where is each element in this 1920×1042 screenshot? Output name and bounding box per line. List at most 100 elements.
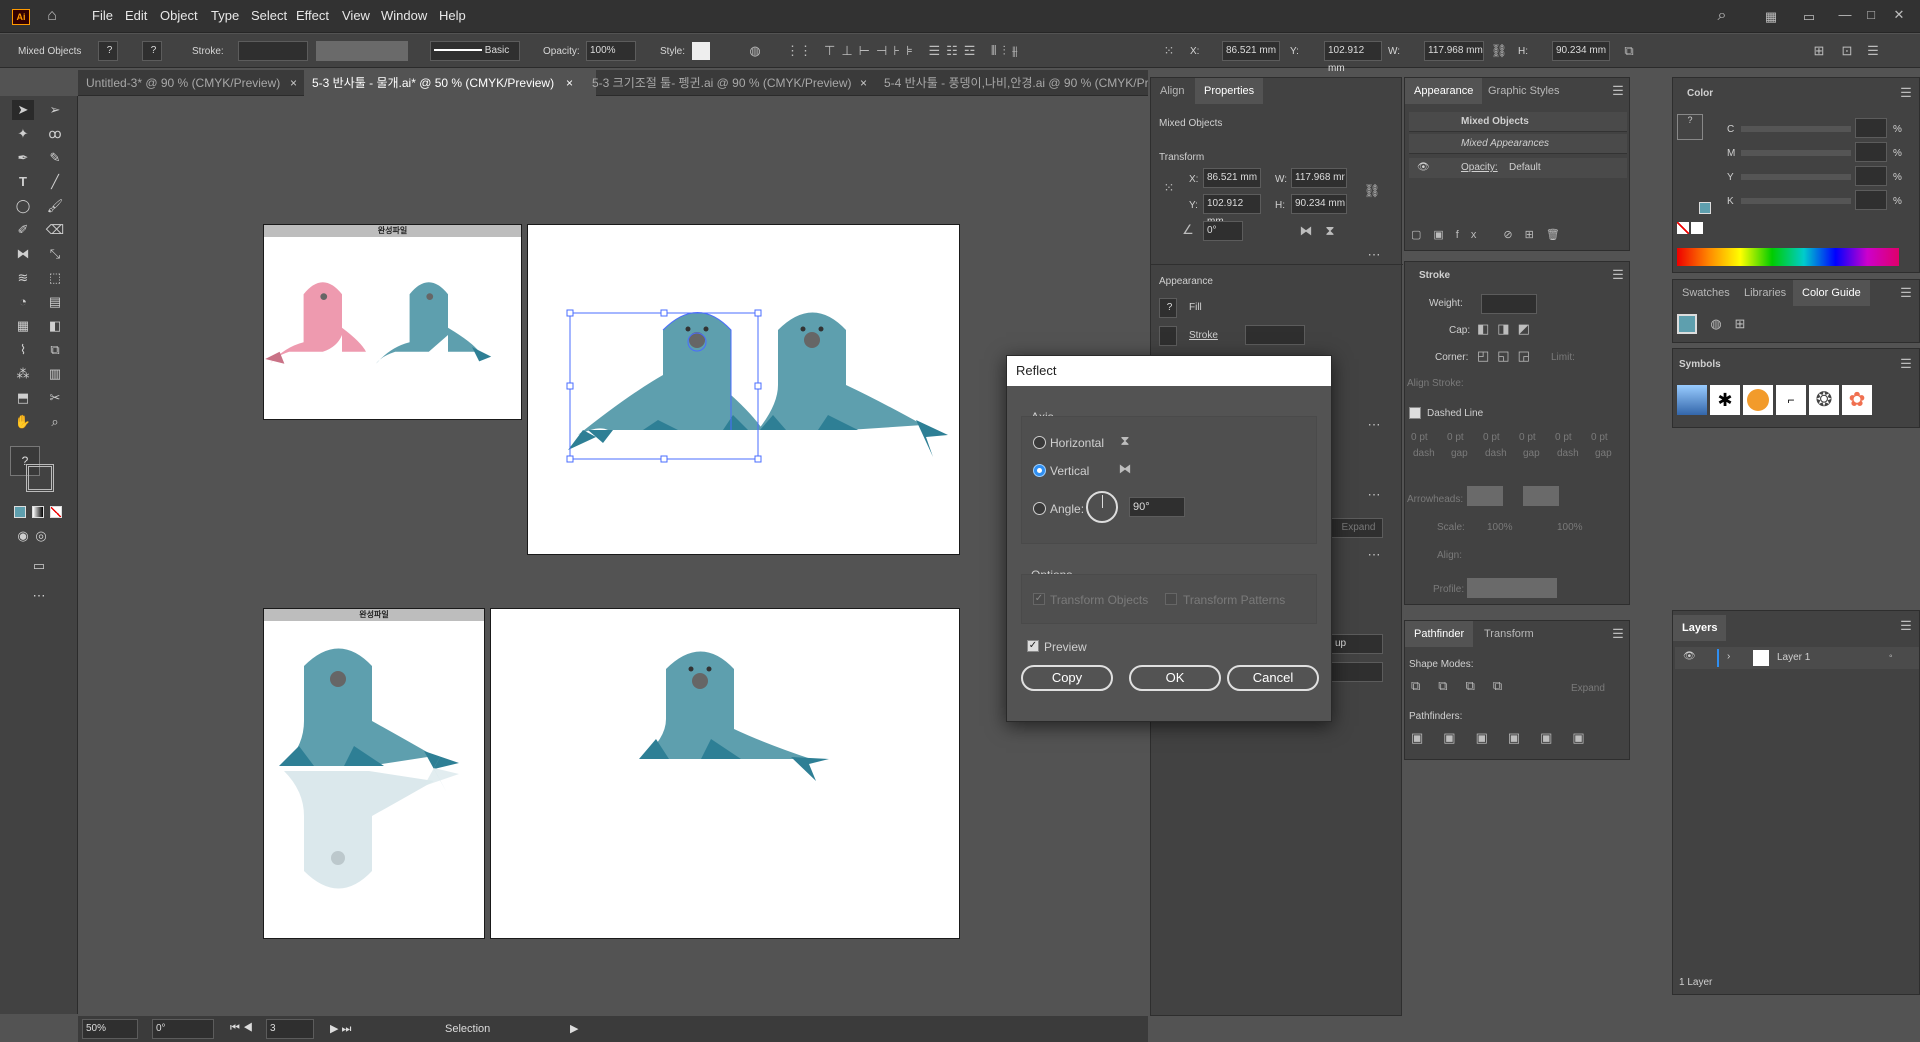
symbol-sprayer-tool-icon[interactable]: ⁂ xyxy=(12,364,34,384)
transform-objects-checkbox[interactable]: ✓ xyxy=(1033,593,1045,605)
isolate-icon[interactable]: ⊡ xyxy=(1838,42,1856,60)
w-field[interactable]: 117.968 mm xyxy=(1424,41,1484,61)
dash-value[interactable]: 0 pt xyxy=(1555,432,1572,443)
none-mode-icon[interactable] xyxy=(50,506,62,518)
width-tool-icon[interactable]: ≋ xyxy=(12,268,34,288)
tab-transform[interactable]: Transform xyxy=(1475,621,1543,647)
layer-name[interactable]: Layer 1 xyxy=(1777,652,1810,663)
y-field[interactable]: 102.912 mm xyxy=(1203,194,1261,227)
selection-tool-icon[interactable]: ➤ xyxy=(12,100,34,120)
tab-swatches[interactable]: Swatches xyxy=(1673,280,1739,306)
stroke-color-icon[interactable] xyxy=(26,464,54,492)
brush-dropdown[interactable]: Basic xyxy=(430,41,520,61)
vertical-radio[interactable] xyxy=(1033,464,1046,477)
menu-view[interactable]: View xyxy=(342,8,370,23)
recolor-icon[interactable]: ◍ xyxy=(746,42,764,60)
lasso-tool-icon[interactable]: ꝏ xyxy=(44,124,66,144)
tab-graphic-styles[interactable]: Graphic Styles xyxy=(1479,78,1569,104)
panel-menu-icon[interactable]: ☰ xyxy=(1897,617,1915,635)
gradient-mode-icon[interactable] xyxy=(32,506,44,518)
ellipse-tool-icon[interactable]: ◯ xyxy=(12,196,34,216)
stroke-swatch[interactable]: ? xyxy=(142,41,162,61)
scale-end-value[interactable]: 100% xyxy=(1557,522,1583,533)
cancel-button[interactable]: Cancel xyxy=(1227,665,1319,691)
reference-point-icon[interactable]: ⁙ xyxy=(1160,42,1178,60)
gap-value[interactable]: 0 pt xyxy=(1591,432,1608,443)
screen-mode-icon[interactable]: ▭ xyxy=(28,556,50,576)
scale-tool-icon[interactable]: ⤡ xyxy=(44,244,66,264)
vertical-label[interactable]: Vertical xyxy=(1050,464,1089,478)
symbol-swatch[interactable]: ✱ xyxy=(1710,385,1740,415)
ungroup-button[interactable]: up xyxy=(1331,634,1383,654)
angle-label[interactable]: Angle: xyxy=(1050,502,1084,516)
tab-properties[interactable]: Properties xyxy=(1195,78,1264,104)
gap-value[interactable]: 0 pt xyxy=(1447,432,1464,443)
fill-stroke-indicator[interactable]: ? xyxy=(1677,114,1703,140)
zoom-field[interactable]: 50% xyxy=(82,1019,138,1039)
constrain-link-icon[interactable]: ⛓ xyxy=(1490,42,1508,60)
panel-menu-icon[interactable]: ☰ xyxy=(1609,266,1627,284)
tab-color-guide[interactable]: Color Guide xyxy=(1793,280,1870,306)
target-icon[interactable]: ◦ xyxy=(1889,651,1893,662)
color-wheel-icon[interactable]: ◍ xyxy=(1707,315,1725,333)
menu-edit[interactable]: Edit xyxy=(125,8,147,23)
stroke-label[interactable]: Stroke xyxy=(1189,330,1218,341)
x-field[interactable]: 86.521 mm xyxy=(1203,168,1261,188)
tab-penguin[interactable]: 5-3 크기조절 툴- 펭귄.ai @ 90 % (CMYK/Preview) xyxy=(584,70,876,96)
symbol-swatch[interactable]: ⌐ xyxy=(1776,385,1806,415)
more-options-icon[interactable]: ⋯ xyxy=(1365,416,1383,434)
last-color-swatch[interactable] xyxy=(1699,202,1711,214)
menu-type[interactable]: Type xyxy=(211,8,239,23)
expand-layer-icon[interactable]: › xyxy=(1727,651,1730,662)
menu-help[interactable]: Help xyxy=(439,8,466,23)
column-graph-tool-icon[interactable]: ▥ xyxy=(44,364,66,384)
arrange-documents-icon[interactable]: ▦ xyxy=(1762,8,1780,26)
scale-start-value[interactable]: 100% xyxy=(1487,522,1513,533)
status-menu-icon[interactable]: ▶ xyxy=(570,1022,578,1035)
more-options-icon[interactable]: ⋯ xyxy=(1365,246,1383,264)
visibility-eye-icon[interactable]: 👁 xyxy=(1417,162,1430,173)
y-field[interactable]: 102.912 mm xyxy=(1324,41,1382,74)
isolate-group-button[interactable] xyxy=(1331,662,1383,682)
tab-libraries[interactable]: Libraries xyxy=(1735,280,1795,306)
tab-align[interactable]: Align xyxy=(1151,78,1193,104)
panel-menu-icon[interactable]: ☰ xyxy=(1897,284,1915,302)
free-transform-tool-icon[interactable]: ⬚ xyxy=(44,268,66,288)
menu-window[interactable]: Window xyxy=(381,8,427,23)
visibility-eye-icon[interactable]: 👁 xyxy=(1683,651,1696,662)
opacity-label[interactable]: Opacity: xyxy=(1461,162,1498,173)
variable-width-dropdown[interactable] xyxy=(316,41,408,61)
opacity-field[interactable]: 100% xyxy=(586,41,636,61)
close-tab-icon[interactable]: × xyxy=(566,76,573,90)
artboard-3[interactable]: 완성파일 xyxy=(263,608,485,939)
type-tool-icon[interactable]: T xyxy=(12,172,34,192)
eraser-tool-icon[interactable]: ⌫ xyxy=(44,220,66,240)
control-menu-icon[interactable]: ☰ xyxy=(1864,42,1882,60)
paintbrush-tool-icon[interactable]: 🖌 xyxy=(44,196,66,216)
channel-m-slider[interactable] xyxy=(1741,150,1851,156)
mesh-tool-icon[interactable]: ▦ xyxy=(12,316,34,336)
close-tab-icon[interactable]: × xyxy=(290,76,297,90)
reference-point-icon[interactable]: ⁙ xyxy=(1159,179,1179,197)
fill-swatch[interactable]: ? xyxy=(98,41,118,61)
channel-y-field[interactable] xyxy=(1855,166,1887,186)
symbol-swatch[interactable]: ✿ xyxy=(1842,385,1872,415)
search-icon[interactable]: ⌕ xyxy=(1712,7,1732,25)
pathfinder-buttons[interactable]: ▣▣▣▣▣▣ xyxy=(1411,729,1621,747)
tab-beetle[interactable]: 5-4 반사툴 - 풍뎅이,나비,안경.ai @ 90 % (CMYK/Pr xyxy=(876,70,1148,96)
perspective-grid-tool-icon[interactable]: ▤ xyxy=(44,292,66,312)
close-tab-icon[interactable]: × xyxy=(860,76,867,90)
angle-radio[interactable] xyxy=(1033,502,1046,515)
horizontal-label[interactable]: Horizontal xyxy=(1050,436,1104,450)
appearance-opacity-row[interactable]: 👁 Opacity: Default xyxy=(1409,158,1627,178)
stroke-weight-field[interactable] xyxy=(238,41,308,61)
align-to-icon[interactable]: ⋮⋮ xyxy=(786,42,812,60)
shape-builder-tool-icon[interactable]: ◔ xyxy=(12,292,34,312)
channel-c-slider[interactable] xyxy=(1741,126,1851,132)
tab-appearance[interactable]: Appearance xyxy=(1405,78,1483,104)
dash-value[interactable]: 0 pt xyxy=(1483,432,1500,443)
expand-button[interactable]: Expand xyxy=(1331,518,1383,538)
channel-k-field[interactable] xyxy=(1855,190,1887,210)
menu-file[interactable]: File xyxy=(92,8,113,23)
white-swatch[interactable] xyxy=(1691,222,1703,234)
